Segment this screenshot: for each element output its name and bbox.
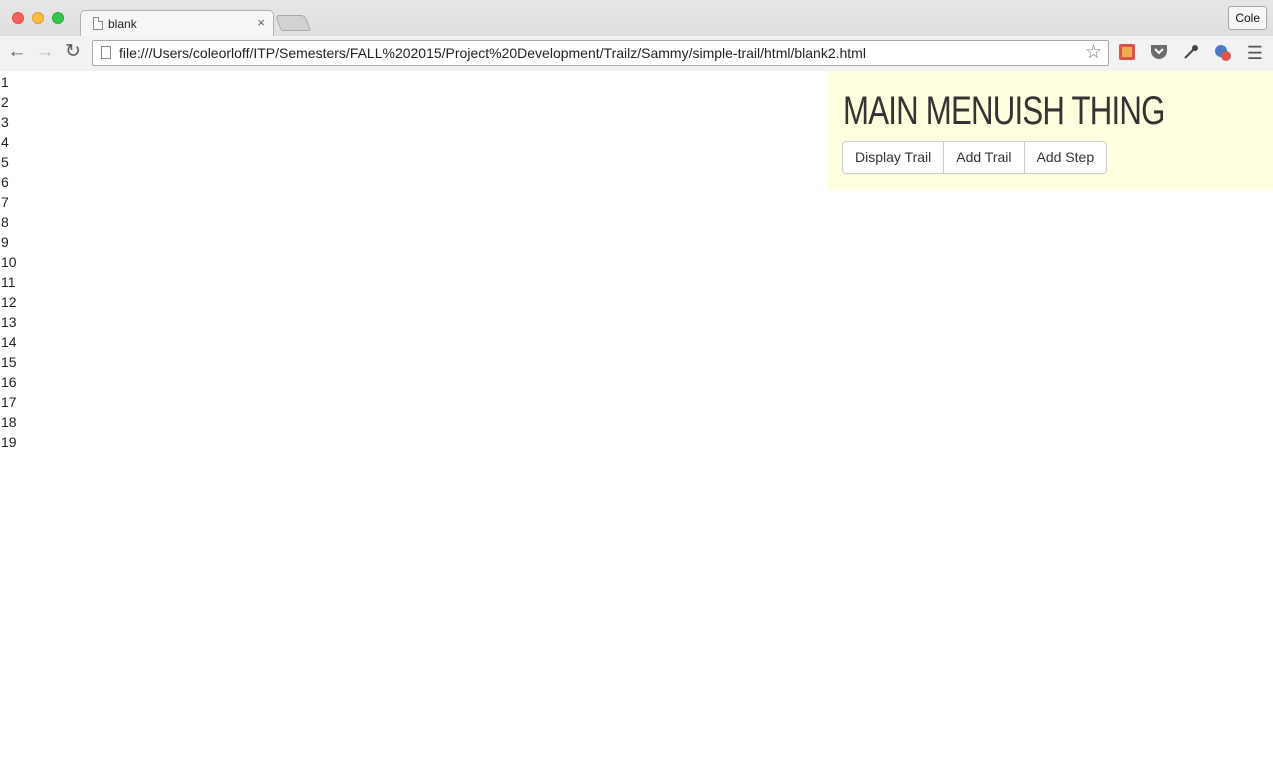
- menu-title: MAIN MENUISH THING: [843, 89, 1165, 133]
- lastpass-extension-icon[interactable]: [1117, 43, 1137, 63]
- browser-toolbar: ← → ↻ file:///Users/coleorloff/ITP/Semes…: [0, 36, 1273, 71]
- line-number-item: 4: [1, 134, 9, 150]
- line-number-item: 8: [1, 214, 9, 230]
- new-tab-button[interactable]: [275, 15, 311, 31]
- line-number-item: 15: [1, 354, 17, 370]
- tab-title: blank: [108, 17, 137, 31]
- line-number-item: 12: [1, 294, 17, 310]
- page-icon: [101, 46, 111, 59]
- window-close-button[interactable]: [12, 12, 24, 24]
- line-number-item: 11: [1, 274, 16, 290]
- main-menu-panel: MAIN MENUISH THING Display Trail Add Tra…: [827, 71, 1273, 190]
- line-number-item: 2: [1, 94, 9, 110]
- window-maximize-button[interactable]: [52, 12, 64, 24]
- tab-close-icon[interactable]: ×: [257, 15, 265, 31]
- line-number-item: 14: [1, 334, 17, 350]
- add-step-button[interactable]: Add Step: [1023, 141, 1108, 174]
- line-number-list: 1 2 3 4 5 6 7 8 9 10 11 12 13 14 15 16 17 18 19: [1, 72, 17, 452]
- browser-chrome: blank × Cole ← → ↻ file:///Users/coleorl…: [0, 0, 1273, 71]
- hamburger-menu-icon[interactable]: ☰: [1245, 43, 1265, 63]
- menu-button-group: Display Trail Add Trail Add Step: [842, 141, 1108, 174]
- eyedropper-extension-icon[interactable]: [1181, 43, 1201, 63]
- page-viewport: 1 2 3 4 5 6 7 8 9 10 11 12 13 14 15 16 17 18 19 MAIN MENUI…: [0, 71, 1273, 774]
- line-number-item: 18: [1, 414, 17, 430]
- address-bar[interactable]: file:///Users/coleorloff/ITP/Semesters/F…: [92, 40, 1109, 66]
- pocket-extension-icon[interactable]: [1149, 43, 1169, 63]
- line-number-item: 10: [1, 254, 17, 270]
- profile-button[interactable]: Cole: [1228, 6, 1267, 30]
- bookmark-star-icon[interactable]: ☆: [1085, 42, 1102, 64]
- back-arrow-icon[interactable]: ←: [6, 41, 28, 63]
- page-icon: [93, 17, 103, 30]
- adblock-extension-icon[interactable]: [1213, 43, 1233, 63]
- address-bar-url[interactable]: file:///Users/coleorloff/ITP/Semesters/F…: [119, 45, 866, 61]
- line-number-item: 7: [1, 194, 9, 210]
- line-number-item: 6: [1, 174, 9, 190]
- line-number-item: 9: [1, 234, 9, 250]
- reload-icon[interactable]: ↻: [62, 41, 84, 63]
- display-trail-button[interactable]: Display Trail: [842, 141, 945, 174]
- add-trail-button[interactable]: Add Trail: [943, 141, 1025, 174]
- line-number-item: 16: [1, 374, 17, 390]
- window-minimize-button[interactable]: [32, 12, 44, 24]
- line-number-item: 1: [1, 74, 9, 90]
- forward-arrow-icon[interactable]: →: [34, 41, 56, 63]
- line-number-item: 5: [1, 154, 9, 170]
- line-number-item: 19: [1, 434, 17, 450]
- line-number-item: 17: [1, 394, 17, 410]
- tab-strip: blank × Cole: [0, 0, 1273, 37]
- tab-blank[interactable]: blank ×: [80, 10, 274, 37]
- line-number-item: 3: [1, 114, 9, 130]
- line-number-item: 13: [1, 314, 17, 330]
